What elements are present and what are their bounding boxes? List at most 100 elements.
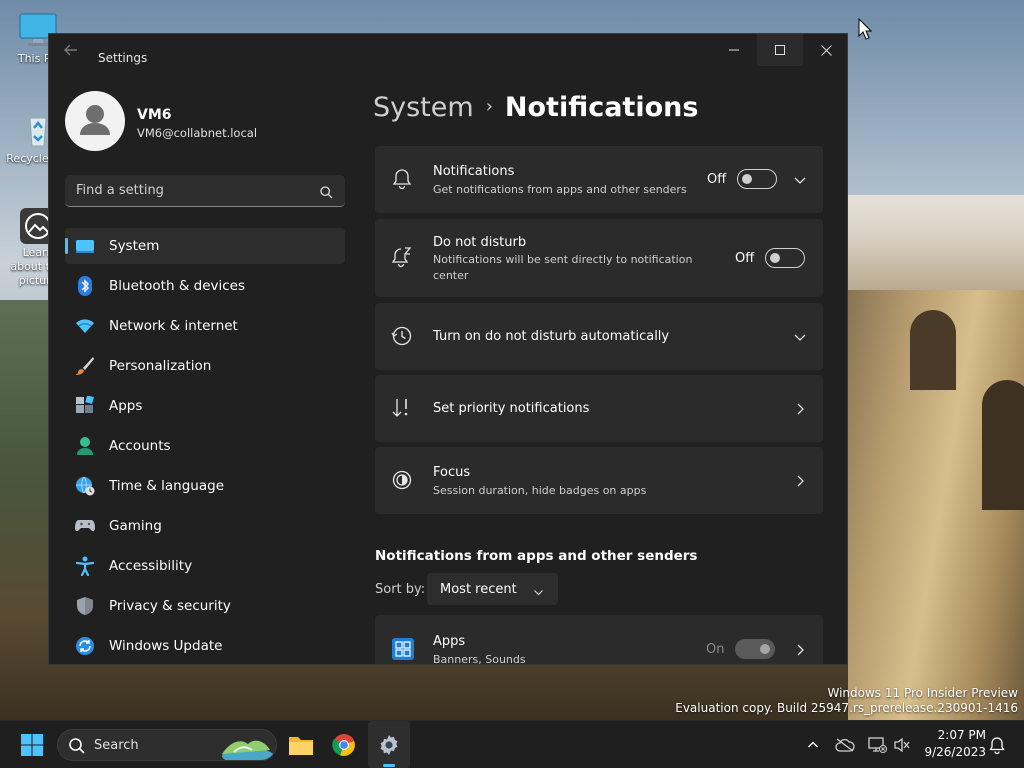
focus-subtitle: Session duration, hide badges on apps xyxy=(433,484,647,497)
maximize-button[interactable] xyxy=(757,34,803,66)
network-disconnected-icon xyxy=(868,737,887,753)
maximize-icon xyxy=(775,45,785,55)
sidebar-item-label: Time & language xyxy=(109,478,225,494)
sidebar-item-accounts[interactable]: Accounts xyxy=(65,428,345,464)
shield-icon xyxy=(74,595,96,617)
volume-tray[interactable] xyxy=(890,721,914,768)
chevron-down-icon xyxy=(533,583,544,602)
sidebar-item-bluetooth[interactable]: Bluetooth & devices xyxy=(65,268,345,304)
apps-subtitle: Banners, Sounds xyxy=(433,653,526,665)
dnd-subtitle: Notifications will be sent directly to n… xyxy=(433,253,693,282)
chevron-right-icon[interactable] xyxy=(793,473,807,487)
apps-toggle-state: On xyxy=(706,641,725,657)
sidebar-item-label: Network & internet xyxy=(109,318,238,334)
sidebar-nav: System Bluetooth & devices Network & int… xyxy=(65,228,345,664)
dnd-toggle[interactable] xyxy=(765,248,806,268)
user-avatar-icon xyxy=(80,105,110,135)
wallpaper-town xyxy=(848,195,1024,290)
page-title: Notifications xyxy=(504,92,699,123)
apps-toggle[interactable] xyxy=(735,639,776,659)
taskbar-file-explorer[interactable] xyxy=(282,721,320,768)
sidebar-item-accessibility[interactable]: Accessibility xyxy=(65,548,345,584)
notifications-toggle-group: Off xyxy=(707,169,778,189)
taskbar-clock[interactable]: 2:07 PM 9/26/2023 xyxy=(916,727,986,761)
sidebar-item-label: Bluetooth & devices xyxy=(109,278,246,294)
auto-dnd-title: Turn on do not disturb automatically xyxy=(433,329,670,344)
clock-time: 2:07 PM xyxy=(937,728,986,742)
taskbar-search[interactable]: Search xyxy=(57,729,277,761)
minimize-icon xyxy=(729,49,739,51)
search-input[interactable] xyxy=(65,175,310,206)
sidebar-item-privacy[interactable]: Privacy & security xyxy=(65,588,345,624)
wallpaper-bridge-arch xyxy=(982,380,1024,510)
back-arrow-icon[interactable] xyxy=(63,42,79,62)
update-icon xyxy=(74,635,96,657)
apps-title: Apps xyxy=(433,634,466,649)
start-button[interactable] xyxy=(12,721,52,768)
apps-grid-icon xyxy=(391,637,415,661)
chevron-up-icon xyxy=(808,741,818,748)
apps-icon xyxy=(74,395,96,417)
sort-by-value: Most recent xyxy=(440,581,517,597)
settings-window: Settings VM6 VM6@collabnet.local Find a … xyxy=(48,33,848,665)
sidebar-item-network[interactable]: Network & internet xyxy=(65,308,345,344)
breadcrumb-separator: › xyxy=(485,96,493,117)
dnd-title: Do not disturb xyxy=(433,235,527,250)
mouse-cursor-icon xyxy=(858,17,873,44)
title-bar: Settings xyxy=(49,34,847,66)
cloud-offline-icon xyxy=(835,738,855,752)
priority-notifications-card[interactable]: Set priority notifications xyxy=(375,375,823,442)
notifications-toggle[interactable] xyxy=(737,169,778,189)
network-tray[interactable] xyxy=(864,721,890,768)
folder-icon xyxy=(289,737,313,755)
chevron-right-icon[interactable] xyxy=(793,642,807,656)
apps-notifications-card[interactable]: Apps Banners, Sounds On xyxy=(375,615,823,665)
focus-icon xyxy=(391,469,415,493)
globe-clock-icon xyxy=(74,475,96,497)
sidebar-item-time-language[interactable]: Time & language xyxy=(65,468,345,504)
windows-watermark: Windows 11 Pro Insider Preview Evaluatio… xyxy=(675,686,1018,716)
sort-by-label: Sort by: xyxy=(375,582,426,597)
notifications-toggle-state: Off xyxy=(707,171,727,187)
onedrive-tray[interactable] xyxy=(832,721,858,768)
bluetooth-icon xyxy=(74,275,96,297)
notification-center-button[interactable] xyxy=(986,721,1008,768)
breadcrumb-parent[interactable]: System xyxy=(373,92,474,123)
sidebar-item-personalization[interactable]: Personalization xyxy=(65,348,345,384)
breadcrumb: System › Notifications xyxy=(373,92,698,123)
brush-icon xyxy=(74,355,96,377)
gamepad-icon xyxy=(74,515,96,537)
sidebar-item-label: Windows Update xyxy=(109,638,223,654)
sort-by-dropdown[interactable]: Most recent xyxy=(427,573,558,605)
search-icon[interactable] xyxy=(320,184,333,203)
show-hidden-icons-button[interactable] xyxy=(802,721,824,768)
dnd-toggle-state: Off xyxy=(735,250,755,266)
taskbar-search-label: Search xyxy=(94,738,139,753)
taskbar-settings[interactable] xyxy=(368,721,410,768)
sidebar-item-label: Personalization xyxy=(109,358,212,374)
sidebar-item-gaming[interactable]: Gaming xyxy=(65,508,345,544)
accounts-icon xyxy=(74,435,96,457)
taskbar: Search 2:07 PM 9/26/2023 xyxy=(0,720,1024,768)
focus-card[interactable]: Focus Session duration, hide badges on a… xyxy=(375,447,823,514)
do-not-disturb-card[interactable]: Do not disturb Notifications will be sen… xyxy=(375,219,823,297)
taskbar-chrome[interactable] xyxy=(325,721,363,768)
chevron-right-icon[interactable] xyxy=(793,401,807,415)
sidebar-item-label: System xyxy=(109,238,160,254)
profile-name: VM6 xyxy=(137,107,172,123)
auto-dnd-card[interactable]: Turn on do not disturb automatically xyxy=(375,303,823,370)
bell-snooze-icon xyxy=(391,246,415,270)
chevron-down-icon[interactable] xyxy=(793,329,807,343)
notifications-card[interactable]: Notifications Get notifications from app… xyxy=(375,146,823,213)
sidebar-item-windows-update[interactable]: Windows Update xyxy=(65,628,345,664)
watermark-line-1: Windows 11 Pro Insider Preview xyxy=(827,686,1018,700)
chevron-down-icon[interactable] xyxy=(793,172,807,186)
sidebar-item-system[interactable]: System xyxy=(65,228,345,264)
system-icon xyxy=(74,235,96,257)
close-button[interactable] xyxy=(803,34,847,66)
dnd-toggle-group: Off xyxy=(735,248,806,268)
minimize-button[interactable] xyxy=(711,34,757,66)
sidebar-item-apps[interactable]: Apps xyxy=(65,388,345,424)
windows-logo-icon xyxy=(21,734,43,756)
sidebar-item-label: Apps xyxy=(109,398,143,414)
